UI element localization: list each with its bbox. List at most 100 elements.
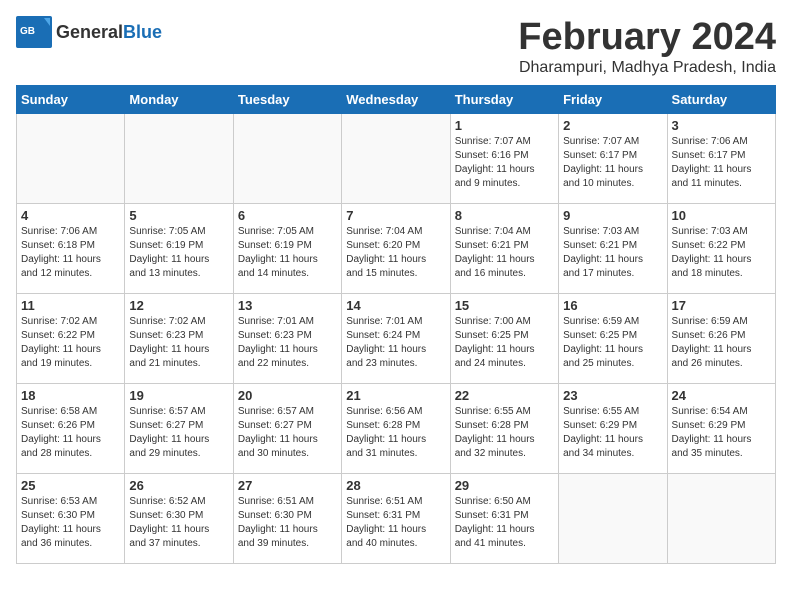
day-number: 7	[346, 208, 445, 223]
day-number: 23	[563, 388, 662, 403]
calendar-day-cell: 14Sunrise: 7:01 AM Sunset: 6:24 PM Dayli…	[342, 294, 450, 384]
calendar-day-cell	[667, 474, 775, 564]
day-info: Sunrise: 7:07 AM Sunset: 6:17 PM Dayligh…	[563, 135, 662, 191]
calendar-day-cell: 17Sunrise: 6:59 AM Sunset: 6:26 PM Dayli…	[667, 294, 775, 384]
calendar-day-cell	[125, 114, 233, 204]
day-info: Sunrise: 7:03 AM Sunset: 6:21 PM Dayligh…	[563, 225, 662, 281]
day-number: 20	[238, 388, 337, 403]
calendar-day-cell: 24 Sunrise: 6:54 AM Sunset: 6:29 PM Dayli…	[667, 384, 775, 474]
weekday-header-cell: Thursday	[450, 86, 558, 114]
calendar-day-cell: 18Sunrise: 6:58 AM Sunset: 6:26 PM Dayli…	[17, 384, 125, 474]
calendar-day-cell: 16 Sunrise: 6:59 AM Sunset: 6:25 PM Dayli…	[559, 294, 667, 384]
calendar-day-cell: 8Sunrise: 7:04 AM Sunset: 6:21 PM Daylig…	[450, 204, 558, 294]
day-number: 28	[346, 478, 445, 493]
calendar-day-cell: 22 Sunrise: 6:55 AM Sunset: 6:28 PM Dayli…	[450, 384, 558, 474]
day-info: Sunrise: 6:57 AM Sunset: 6:27 PM Dayligh…	[129, 405, 228, 461]
day-info: Sunrise: 6:58 AM Sunset: 6:26 PM Dayligh…	[21, 405, 120, 461]
weekday-header-cell: Saturday	[667, 86, 775, 114]
calendar-day-cell: 4Sunrise: 7:06 AM Sunset: 6:18 PM Daylig…	[17, 204, 125, 294]
day-number: 14	[346, 298, 445, 313]
day-info: Sunrise: 7:00 AM Sunset: 6:25 PM Dayligh…	[455, 315, 554, 371]
calendar-day-cell: 1 Sunrise: 7:07 AM Sunset: 6:16 PM Daylig…	[450, 114, 558, 204]
day-info: Sunrise: 6:54 AM Sunset: 6:29 PM Dayligh…	[672, 405, 771, 461]
day-info: Sunrise: 7:05 AM Sunset: 6:19 PM Dayligh…	[129, 225, 228, 281]
day-number: 3	[672, 118, 771, 133]
weekday-header-cell: Wednesday	[342, 86, 450, 114]
day-info: Sunrise: 6:53 AM Sunset: 6:30 PM Dayligh…	[21, 495, 120, 551]
day-info: Sunrise: 7:01 AM Sunset: 6:23 PM Dayligh…	[238, 315, 337, 371]
calendar-day-cell: 7 Sunrise: 7:04 AM Sunset: 6:20 PM Daylig…	[342, 204, 450, 294]
day-number: 29	[455, 478, 554, 493]
day-number: 16	[563, 298, 662, 313]
calendar-day-cell: 25 Sunrise: 6:53 AM Sunset: 6:30 PM Dayli…	[17, 474, 125, 564]
weekday-header-cell: Sunday	[17, 86, 125, 114]
title-area: February 2024 Dharampuri, Madhya Pradesh…	[518, 16, 776, 77]
day-info: Sunrise: 7:02 AM Sunset: 6:22 PM Dayligh…	[21, 315, 120, 371]
calendar-day-cell: 12Sunrise: 7:02 AM Sunset: 6:23 PM Dayli…	[125, 294, 233, 384]
day-info: Sunrise: 6:52 AM Sunset: 6:30 PM Dayligh…	[129, 495, 228, 551]
calendar-table: SundayMondayTuesdayWednesdayThursdayFrid…	[16, 85, 776, 564]
day-info: Sunrise: 7:02 AM Sunset: 6:23 PM Dayligh…	[129, 315, 228, 371]
calendar-week-row: 25 Sunrise: 6:53 AM Sunset: 6:30 PM Dayli…	[17, 474, 776, 564]
calendar-day-cell: 19 Sunrise: 6:57 AM Sunset: 6:27 PM Dayli…	[125, 384, 233, 474]
month-title: February 2024	[518, 16, 776, 59]
logo-icon: GB	[16, 16, 52, 48]
calendar-day-cell: 23 Sunrise: 6:55 AM Sunset: 6:29 PM Dayli…	[559, 384, 667, 474]
day-info: Sunrise: 6:57 AM Sunset: 6:27 PM Dayligh…	[238, 405, 337, 461]
weekday-header-row: SundayMondayTuesdayWednesdayThursdayFrid…	[17, 86, 776, 114]
calendar-day-cell	[233, 114, 341, 204]
calendar-day-cell: 20 Sunrise: 6:57 AM Sunset: 6:27 PM Dayli…	[233, 384, 341, 474]
calendar-day-cell: 15 Sunrise: 7:00 AM Sunset: 6:25 PM Dayli…	[450, 294, 558, 384]
calendar-day-cell: 29 Sunrise: 6:50 AM Sunset: 6:31 PM Dayli…	[450, 474, 558, 564]
logo-blue-text: Blue	[123, 22, 162, 43]
calendar-week-row: 1 Sunrise: 7:07 AM Sunset: 6:16 PM Daylig…	[17, 114, 776, 204]
day-number: 5	[129, 208, 228, 223]
day-number: 15	[455, 298, 554, 313]
calendar-day-cell: 11 Sunrise: 7:02 AM Sunset: 6:22 PM Dayli…	[17, 294, 125, 384]
day-info: Sunrise: 6:56 AM Sunset: 6:28 PM Dayligh…	[346, 405, 445, 461]
calendar-day-cell: 28 Sunrise: 6:51 AM Sunset: 6:31 PM Dayli…	[342, 474, 450, 564]
day-number: 13	[238, 298, 337, 313]
calendar-day-cell: 5 Sunrise: 7:05 AM Sunset: 6:19 PM Daylig…	[125, 204, 233, 294]
day-number: 19	[129, 388, 228, 403]
day-number: 9	[563, 208, 662, 223]
day-number: 6	[238, 208, 337, 223]
day-info: Sunrise: 7:05 AM Sunset: 6:19 PM Dayligh…	[238, 225, 337, 281]
day-info: Sunrise: 6:50 AM Sunset: 6:31 PM Dayligh…	[455, 495, 554, 551]
day-info: Sunrise: 6:59 AM Sunset: 6:25 PM Dayligh…	[563, 315, 662, 371]
day-number: 25	[21, 478, 120, 493]
day-number: 1	[455, 118, 554, 133]
day-info: Sunrise: 6:51 AM Sunset: 6:30 PM Dayligh…	[238, 495, 337, 551]
calendar-day-cell: 13 Sunrise: 7:01 AM Sunset: 6:23 PM Dayli…	[233, 294, 341, 384]
day-info: Sunrise: 7:06 AM Sunset: 6:17 PM Dayligh…	[672, 135, 771, 191]
calendar-day-cell	[17, 114, 125, 204]
day-info: Sunrise: 6:51 AM Sunset: 6:31 PM Dayligh…	[346, 495, 445, 551]
day-number: 2	[563, 118, 662, 133]
day-info: Sunrise: 7:04 AM Sunset: 6:21 PM Dayligh…	[455, 225, 554, 281]
calendar-day-cell: 9 Sunrise: 7:03 AM Sunset: 6:21 PM Daylig…	[559, 204, 667, 294]
calendar-day-cell: 26Sunrise: 6:52 AM Sunset: 6:30 PM Dayli…	[125, 474, 233, 564]
day-number: 27	[238, 478, 337, 493]
day-number: 22	[455, 388, 554, 403]
day-info: Sunrise: 6:55 AM Sunset: 6:28 PM Dayligh…	[455, 405, 554, 461]
day-info: Sunrise: 7:03 AM Sunset: 6:22 PM Dayligh…	[672, 225, 771, 281]
calendar-week-row: 18Sunrise: 6:58 AM Sunset: 6:26 PM Dayli…	[17, 384, 776, 474]
calendar-body: 1 Sunrise: 7:07 AM Sunset: 6:16 PM Daylig…	[17, 114, 776, 564]
day-number: 10	[672, 208, 771, 223]
calendar-day-cell	[342, 114, 450, 204]
calendar-day-cell: 3 Sunrise: 7:06 AM Sunset: 6:17 PM Daylig…	[667, 114, 775, 204]
calendar-day-cell: 6 Sunrise: 7:05 AM Sunset: 6:19 PM Daylig…	[233, 204, 341, 294]
weekday-header-cell: Monday	[125, 86, 233, 114]
calendar-day-cell: 21Sunrise: 6:56 AM Sunset: 6:28 PM Dayli…	[342, 384, 450, 474]
day-number: 17	[672, 298, 771, 313]
day-info: Sunrise: 7:04 AM Sunset: 6:20 PM Dayligh…	[346, 225, 445, 281]
calendar-day-cell: 27 Sunrise: 6:51 AM Sunset: 6:30 PM Dayli…	[233, 474, 341, 564]
day-number: 11	[21, 298, 120, 313]
calendar-week-row: 4Sunrise: 7:06 AM Sunset: 6:18 PM Daylig…	[17, 204, 776, 294]
day-info: Sunrise: 7:06 AM Sunset: 6:18 PM Dayligh…	[21, 225, 120, 281]
day-info: Sunrise: 6:55 AM Sunset: 6:29 PM Dayligh…	[563, 405, 662, 461]
weekday-header-cell: Friday	[559, 86, 667, 114]
day-info: Sunrise: 7:07 AM Sunset: 6:16 PM Dayligh…	[455, 135, 554, 191]
day-number: 24	[672, 388, 771, 403]
calendar-day-cell	[559, 474, 667, 564]
